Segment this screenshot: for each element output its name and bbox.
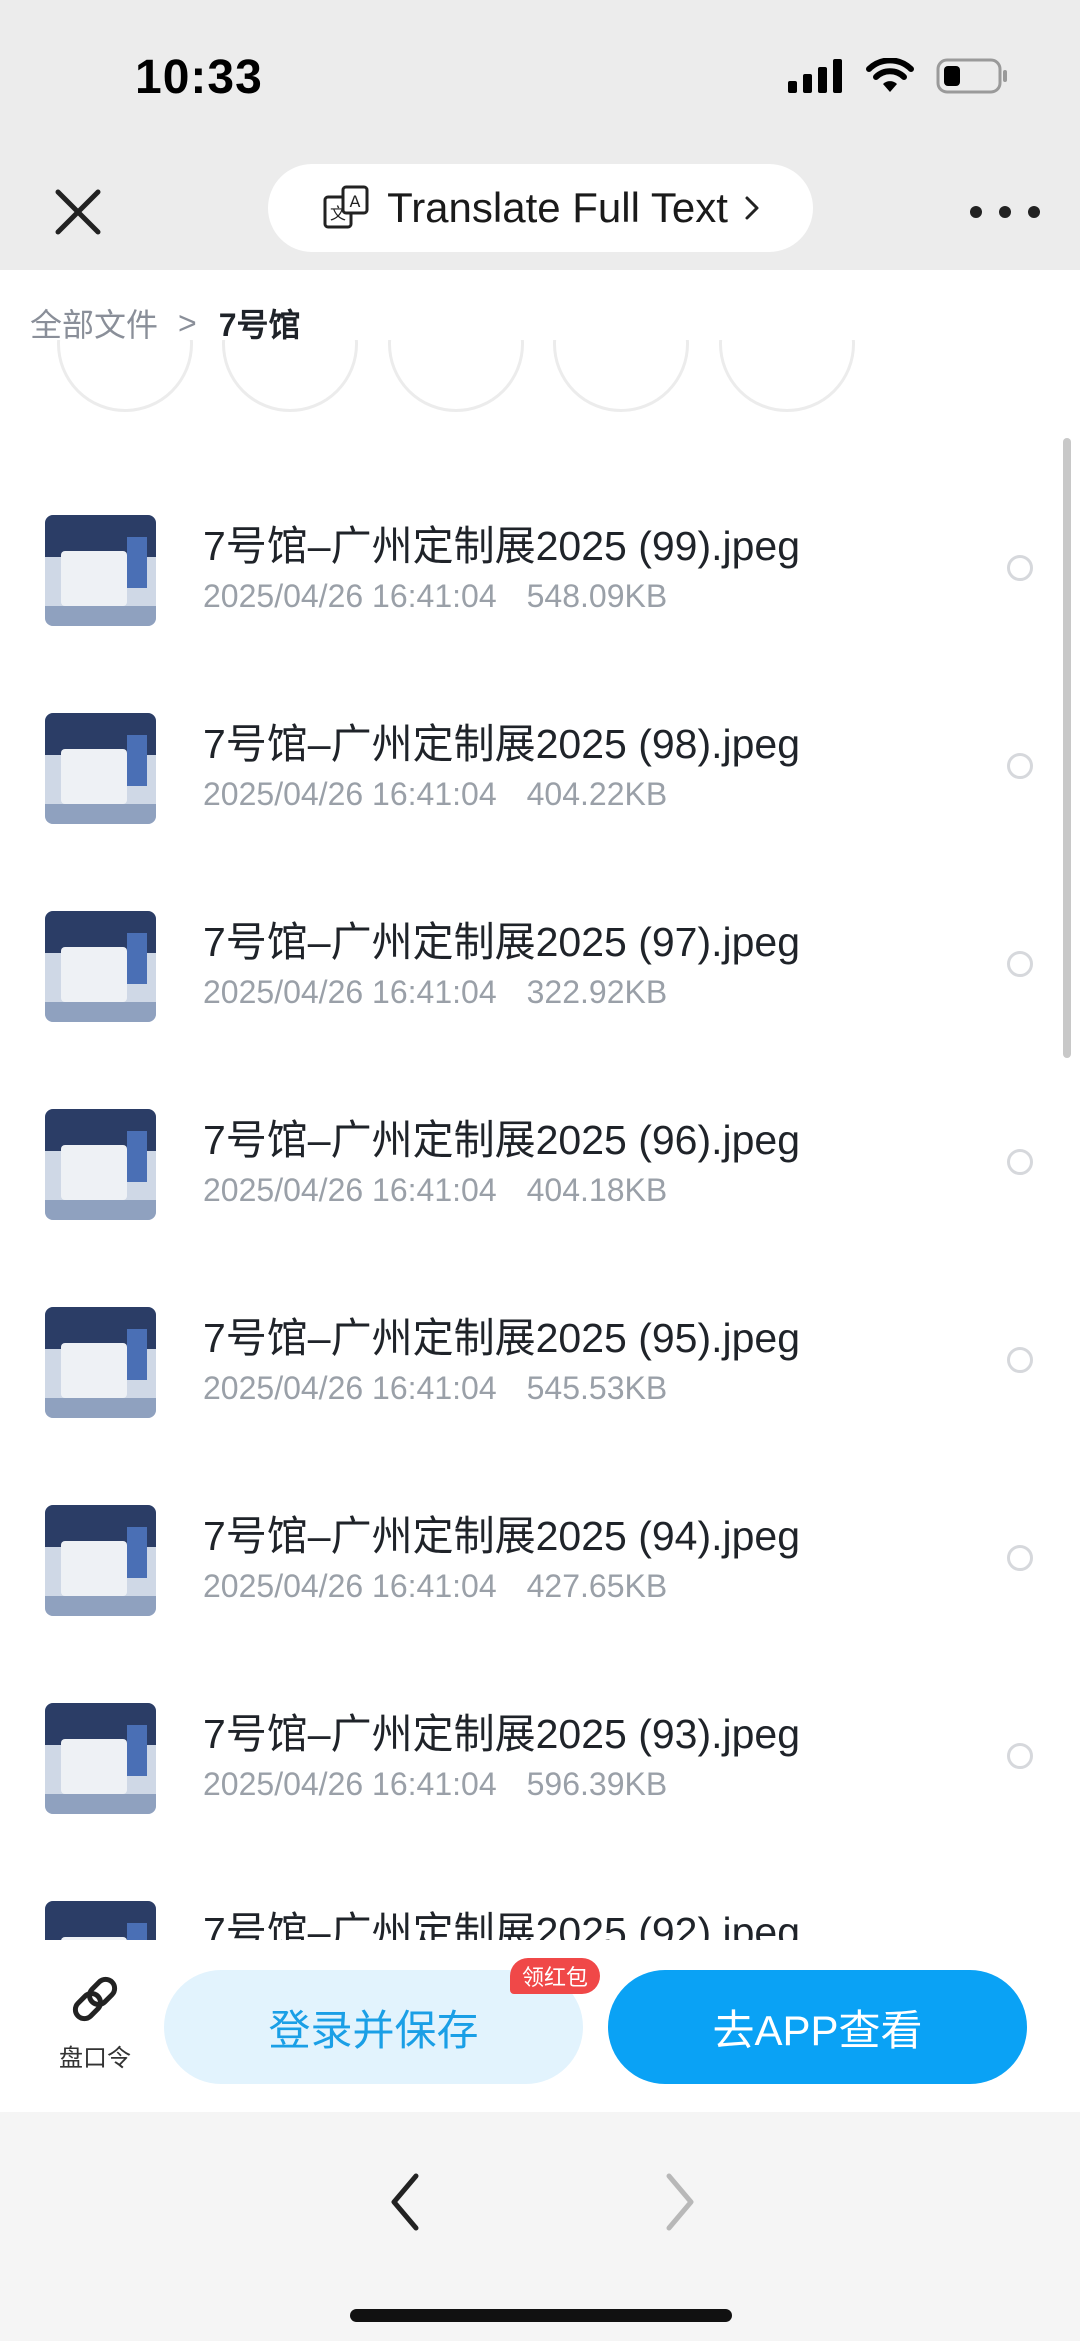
translate-label: Translate Full Text — [387, 184, 728, 231]
translate-full-text-button[interactable]: 文 A Translate Full Text — [268, 164, 813, 252]
red-packet-badge: 领红包 — [510, 1958, 601, 1994]
battery-icon — [936, 58, 1007, 94]
file-thumbnail — [45, 1109, 156, 1220]
select-radio[interactable] — [1007, 1149, 1033, 1175]
file-meta: 2025/04/26 16:41:04 404.18KB — [203, 1172, 667, 1209]
home-indicator[interactable] — [350, 2309, 732, 2322]
select-radio[interactable] — [1007, 1743, 1033, 1769]
wifi-icon — [866, 58, 914, 92]
open-app-button[interactable]: 去APP查看 — [608, 1970, 1027, 2084]
share-code-button[interactable]: 盘口令 — [50, 1970, 140, 2080]
file-thumbnail — [45, 911, 156, 1022]
select-radio[interactable] — [1007, 555, 1033, 581]
file-size: 322.92KB — [526, 974, 668, 1010]
svg-text:A: A — [350, 192, 361, 211]
file-meta: 2025/04/26 16:41:04 404.22KB — [203, 776, 667, 813]
signal-icon — [788, 59, 842, 93]
file-name: 7号馆–广州定制展2025 (98).jpeg — [203, 721, 801, 767]
file-row[interactable]: 7号馆–广州定制展2025 (99).jpeg 2025/04/26 16:41… — [0, 490, 1080, 688]
bottom-action-bar: 盘口令 登录并保存 领红包 去APP查看 — [0, 1940, 1080, 2112]
file-size: 545.53KB — [526, 1370, 668, 1406]
file-meta: 2025/04/26 16:41:04 427.65KB — [203, 1568, 667, 1605]
file-meta: 2025/04/26 16:41:04 596.39KB — [203, 1766, 667, 1803]
file-row[interactable]: 7号馆–广州定制展2025 (96).jpeg 2025/04/26 16:41… — [0, 1084, 1080, 1282]
placeholder-circles — [55, 340, 955, 480]
placeholder-circle — [57, 340, 193, 412]
file-date: 2025/04/26 16:41:04 — [203, 578, 497, 614]
chevron-left-icon[interactable] — [380, 2162, 430, 2242]
file-name: 7号馆–广州定制展2025 (97).jpeg — [203, 919, 801, 965]
file-row[interactable]: 7号馆–广州定制展2025 (92).jpeg — [0, 1876, 1080, 1940]
top-toolbar: 文 A Translate Full Text — [0, 160, 1080, 270]
file-thumbnail — [45, 1505, 156, 1616]
file-name: 7号馆–广州定制展2025 (96).jpeg — [203, 1117, 801, 1163]
file-name: 7号馆–广州定制展2025 (94).jpeg — [203, 1513, 801, 1559]
status-time: 10:33 — [135, 51, 263, 104]
browser-nav-bar — [0, 2112, 1080, 2341]
scrollbar[interactable] — [1063, 438, 1071, 1058]
chevron-right-icon — [745, 196, 759, 220]
file-name: 7号馆–广州定制展2025 (95).jpeg — [203, 1315, 801, 1361]
file-name: 7号馆–广州定制展2025 (92).jpeg — [203, 1909, 801, 1940]
file-size: 596.39KB — [526, 1766, 668, 1802]
status-bar: 10:33 — [0, 0, 1080, 160]
chevron-right-icon[interactable] — [655, 2162, 705, 2242]
file-date: 2025/04/26 16:41:04 — [203, 1568, 497, 1604]
file-meta: 2025/04/26 16:41:04 545.53KB — [203, 1370, 667, 1407]
select-radio[interactable] — [1007, 1347, 1033, 1373]
link-icon — [72, 1976, 118, 2022]
file-thumbnail — [45, 1307, 156, 1418]
file-thumbnail — [45, 1901, 156, 1940]
file-row[interactable]: 7号馆–广州定制展2025 (98).jpeg 2025/04/26 16:41… — [0, 688, 1080, 886]
placeholder-circle — [388, 340, 524, 412]
file-date: 2025/04/26 16:41:04 — [203, 974, 497, 1010]
file-thumbnail — [45, 1703, 156, 1814]
file-thumbnail — [45, 515, 156, 626]
file-date: 2025/04/26 16:41:04 — [203, 776, 497, 812]
file-size: 548.09KB — [526, 578, 668, 614]
breadcrumb-separator: > — [178, 304, 197, 341]
share-code-label: 盘口令 — [59, 2045, 131, 2072]
file-size: 404.18KB — [526, 1172, 668, 1208]
status-icons — [788, 58, 1010, 94]
select-radio[interactable] — [1007, 753, 1033, 779]
file-thumbnail — [45, 713, 156, 824]
file-meta: 2025/04/26 16:41:04 548.09KB — [203, 578, 667, 615]
more-icon[interactable] — [970, 186, 1040, 238]
file-row[interactable]: 7号馆–广州定制展2025 (95).jpeg 2025/04/26 16:41… — [0, 1282, 1080, 1480]
file-row[interactable]: 7号馆–广州定制展2025 (93).jpeg 2025/04/26 16:41… — [0, 1678, 1080, 1876]
file-row[interactable]: 7号馆–广州定制展2025 (97).jpeg 2025/04/26 16:41… — [0, 886, 1080, 1084]
file-row[interactable]: 7号馆–广州定制展2025 (94).jpeg 2025/04/26 16:41… — [0, 1480, 1080, 1678]
file-meta: 2025/04/26 16:41:04 322.92KB — [203, 974, 667, 1011]
placeholder-circle — [719, 340, 855, 412]
select-radio[interactable] — [1007, 951, 1033, 977]
translate-icon: 文 A — [323, 185, 369, 229]
close-icon[interactable] — [48, 182, 108, 242]
file-date: 2025/04/26 16:41:04 — [203, 1172, 497, 1208]
file-list: 7号馆–广州定制展2025 (99).jpeg 2025/04/26 16:41… — [0, 490, 1080, 1940]
file-name: 7号馆–广州定制展2025 (93).jpeg — [203, 1711, 801, 1757]
placeholder-circle — [222, 340, 358, 412]
file-size: 427.65KB — [526, 1568, 668, 1604]
file-date: 2025/04/26 16:41:04 — [203, 1766, 497, 1802]
file-size: 404.22KB — [526, 776, 668, 812]
select-radio[interactable] — [1007, 1545, 1033, 1571]
file-name: 7号馆–广州定制展2025 (99).jpeg — [203, 523, 801, 569]
file-date: 2025/04/26 16:41:04 — [203, 1370, 497, 1406]
placeholder-circle — [553, 340, 689, 412]
